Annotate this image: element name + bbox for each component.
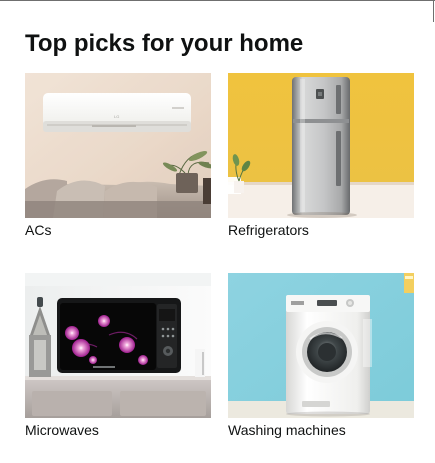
refrigerator-tile[interactable]: Refrigerators (228, 73, 414, 243)
refrigerator-icon (228, 73, 414, 218)
svg-text:LG: LG (114, 114, 119, 119)
refrigerator-image[interactable] (228, 73, 414, 218)
washing-machine-label[interactable]: Washing machines (228, 420, 346, 440)
ac-image[interactable]: LG (25, 73, 211, 218)
microwave-icon (25, 273, 211, 418)
air-conditioner-icon: LG (25, 73, 211, 218)
ac-tile[interactable]: LG ACs (25, 73, 211, 243)
refrigerator-label[interactable]: Refrigerators (228, 220, 309, 240)
washing-machine-icon (228, 273, 414, 418)
microwave-tile[interactable]: Microwaves (25, 273, 211, 443)
washing-machine-image[interactable] (228, 273, 414, 418)
top-picks-card: Top picks for your home LG ACs Refrigera… (0, 0, 435, 463)
microwave-image[interactable] (25, 273, 211, 418)
ac-label[interactable]: ACs (25, 220, 51, 240)
section-title: Top picks for your home (25, 30, 304, 57)
right-divider (433, 0, 434, 22)
microwave-label[interactable]: Microwaves (25, 420, 99, 440)
washing-machine-tile[interactable]: Washing machines (228, 273, 414, 443)
top-divider (0, 0, 435, 1)
